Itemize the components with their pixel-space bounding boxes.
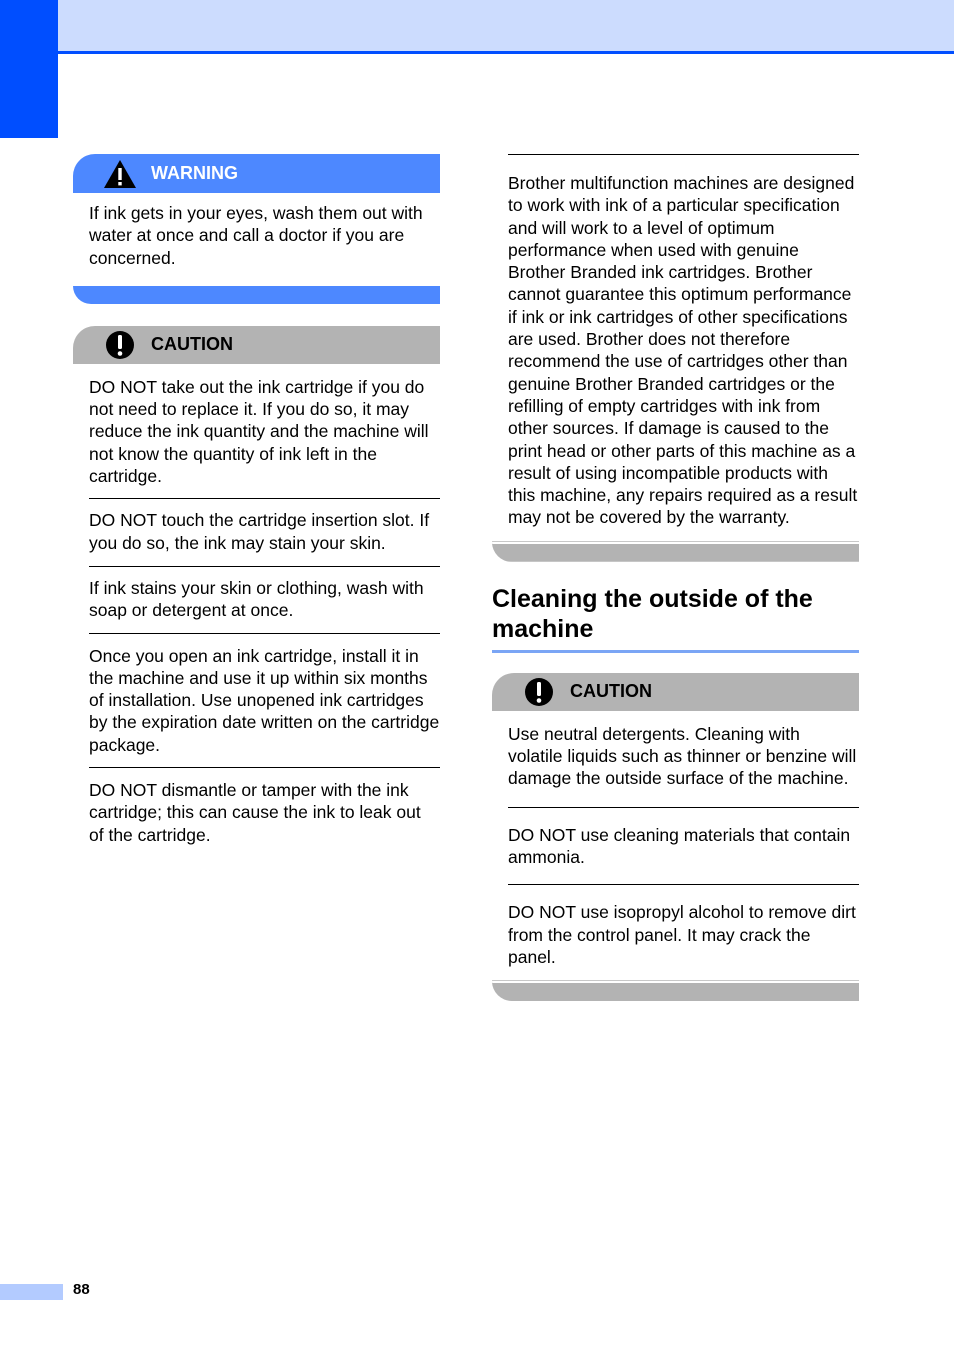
page-number: 88 [73, 1281, 90, 1298]
header-band [58, 0, 954, 54]
caution-item: DO NOT dismantle or tamper with the ink … [89, 780, 421, 845]
caution-item: DO NOT use cleaning materials that conta… [508, 824, 851, 867]
caution-item: DO NOT take out the ink cartridge if you… [89, 376, 429, 487]
right-column: Brother multifunction machines are desig… [492, 154, 859, 1002]
page-number-bar [0, 1284, 63, 1300]
caution-label: CAUTION [151, 334, 233, 355]
caution-label: CAUTION [570, 681, 652, 702]
caution-header: CAUTION [73, 325, 440, 364]
caution-item: DO NOT touch the cartridge insertion slo… [89, 510, 430, 553]
caution-item: Use neutral detergents. Cleaning with vo… [508, 723, 857, 789]
caution-footer-bar [492, 541, 859, 562]
warning-triangle-icon [103, 159, 137, 189]
chapter-tab [0, 0, 58, 138]
caution-header: CAUTION [492, 672, 859, 711]
caution-footer-bar [492, 981, 859, 1002]
warning-text: If ink gets in your eyes, wash them out … [89, 203, 423, 268]
caution-item: DO NOT use isopropyl alcohol to remove d… [508, 902, 856, 967]
exclamation-circle-icon [103, 330, 137, 360]
warning-box: WARNING If ink gets in your eyes, wash t… [73, 154, 440, 304]
left-column: WARNING If ink gets in your eyes, wash t… [73, 154, 440, 846]
caution-box: CAUTION Use neutral detergents. Cleaning… [492, 672, 859, 1002]
warning-footer-bar [73, 285, 440, 304]
exclamation-circle-icon [522, 677, 556, 707]
warning-label: WARNING [151, 163, 238, 183]
caution-item: If ink stains your skin or clothing, was… [89, 577, 424, 621]
compatibility-note: Brother multifunction machines are desig… [508, 173, 858, 528]
section-title: Cleaning the outside of the machine [492, 584, 859, 653]
caution-box: CAUTION DO NOT take out the ink cartridg… [73, 325, 440, 846]
caution-item: Once you open an ink cartridge, install … [89, 645, 440, 755]
warning-header: WARNING [73, 154, 440, 193]
